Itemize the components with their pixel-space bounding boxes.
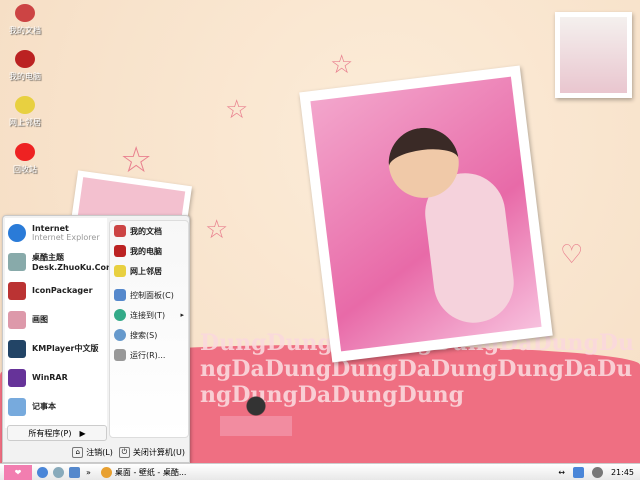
paint-icon (8, 310, 26, 329)
menu-item-notepad[interactable]: 记事本 (5, 392, 107, 421)
documents-icon (114, 225, 126, 237)
documents-icon (15, 4, 35, 22)
menu-item-iconpackager[interactable]: IconPackager (5, 276, 107, 305)
power-icon: ⏻ (118, 447, 130, 458)
taskbar: ❤ » 桌面 - 壁纸 - 桌酷... ↔ 21:45 (0, 463, 640, 480)
quicklaunch-more-chevron[interactable]: » (86, 468, 91, 477)
star-decoration: ☆ (225, 95, 249, 125)
heart-decoration: ♡ (560, 240, 584, 270)
desktop-icon-network[interactable]: 网上邻居 (4, 96, 46, 128)
wallpaper-photo-doll (299, 65, 553, 363)
computer-icon (114, 245, 126, 257)
star-decoration: ☆ (205, 215, 229, 245)
wallpaper-photo-small (555, 12, 632, 98)
start-button[interactable]: ❤ (4, 464, 32, 480)
taskbar-button-browser[interactable]: 桌面 - 壁纸 - 桌酷... (100, 466, 186, 478)
winrar-icon (8, 368, 26, 387)
menu-item-my-computer[interactable]: 我的电脑 (110, 241, 188, 261)
system-tray: ↔ 21:45 (558, 466, 640, 478)
desktop-icon-recycle-bin[interactable]: 回收站 (4, 143, 46, 175)
volume-tray-icon[interactable] (591, 466, 603, 478)
browser-icon (100, 466, 112, 478)
quicklaunch-desktop-icon[interactable] (69, 466, 80, 478)
network-tray-icon[interactable] (572, 466, 584, 478)
all-programs-button[interactable]: 所有程序(P) ▶ (7, 425, 107, 441)
clock[interactable]: 21:45 (611, 468, 634, 477)
tray-expand-icon[interactable]: ↔ (558, 468, 565, 477)
desktop-icon-my-computer[interactable]: 我的电脑 (4, 50, 46, 82)
menu-item-paint[interactable]: 画图 (5, 305, 107, 334)
computer-icon (15, 50, 35, 68)
menu-item-zhuoku[interactable]: 桌酷主题 Desk.ZhuoKu.Com (5, 247, 114, 276)
menu-item-my-documents[interactable]: 我的文档 (110, 221, 188, 241)
control-panel-icon (114, 289, 126, 301)
run-icon (114, 349, 126, 361)
menu-item-control-panel[interactable]: 控制面板(C) (110, 285, 188, 305)
kmplayer-icon (8, 339, 26, 358)
menu-item-internet-explorer[interactable]: Internet Internet Explorer (5, 218, 107, 247)
logoff-button[interactable]: ⌂ 注销(L) (72, 447, 113, 458)
logoff-icon: ⌂ (72, 447, 84, 458)
menu-item-kmplayer[interactable]: KMPlayer中文版 (5, 334, 107, 363)
ie-icon (8, 223, 26, 242)
menu-item-search[interactable]: 搜索(S) (110, 325, 188, 345)
chevron-right-icon: ▸ (180, 311, 184, 319)
star-decoration: ☆ (120, 140, 153, 181)
desktop-icon-my-documents[interactable]: 我的文档 (4, 4, 46, 36)
start-menu-footer: ⌂ 注销(L) ⏻ 关闭计算机(U) (3, 442, 189, 463)
star-decoration: ☆ (330, 50, 354, 80)
start-menu: Internet Internet Explorer 桌酷主题 Desk.ZhuoK… (2, 215, 292, 463)
recycle-bin-icon (15, 143, 35, 161)
network-icon (114, 265, 126, 277)
quicklaunch-ie-icon[interactable] (37, 466, 48, 478)
start-menu-decoration (220, 386, 292, 436)
menu-item-connect-to[interactable]: 连接到(T) ▸ (110, 305, 188, 325)
zhuoku-icon (8, 252, 26, 271)
menu-item-network[interactable]: 网上邻居 (110, 261, 188, 281)
places-panel: 我的文档 我的电脑 网上邻居 控制面板(C) 连接到(T) ▸ 搜索(S) 运行(… (109, 220, 292, 438)
notepad-icon (8, 397, 26, 416)
iconpackager-icon (8, 281, 26, 300)
quicklaunch-media-icon[interactable] (53, 466, 64, 478)
shutdown-button[interactable]: ⏻ 关闭计算机(U) (118, 447, 185, 458)
menu-item-winrar[interactable]: WinRAR (5, 363, 107, 392)
play-arrow-icon: ▶ (79, 428, 86, 438)
network-icon (15, 96, 35, 114)
search-icon (114, 329, 126, 341)
menu-item-run[interactable]: 运行(R)... (110, 345, 188, 365)
pinned-programs: Internet Internet Explorer 桌酷主题 Desk.ZhuoK… (5, 218, 114, 428)
globe-icon (114, 309, 126, 321)
